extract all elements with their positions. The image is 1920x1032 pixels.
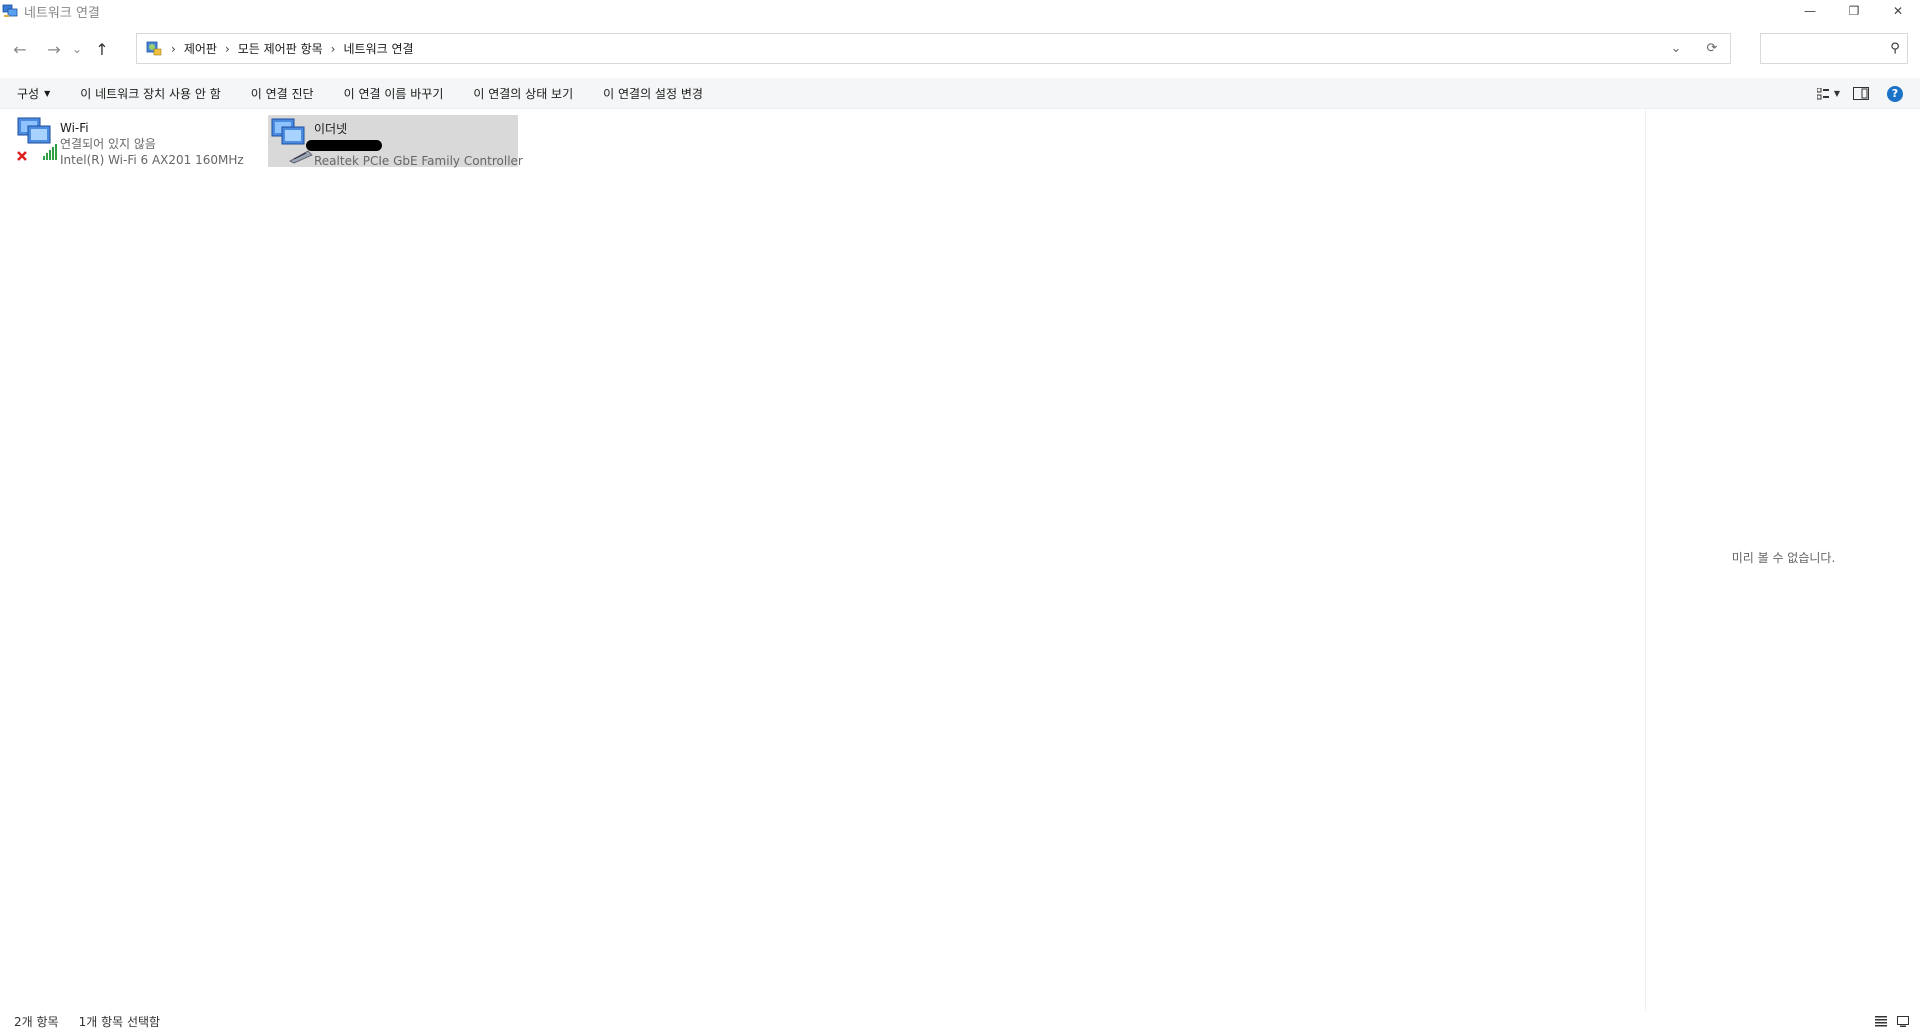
breadcrumb-separator-icon[interactable]: › [331,42,336,56]
view-options-caret-icon[interactable]: ▼ [1830,78,1844,109]
caret-down-icon: ▼ [44,88,51,98]
back-button[interactable]: ← [6,35,34,63]
status-bar-views [1870,1010,1914,1032]
selected-count: 1개 항목 선택함 [78,1014,161,1029]
address-bar[interactable]: › 제어판 › 모든 제어판 항목 › 네트워크 연결 ⌄ ⟳ [136,33,1731,64]
forward-button[interactable]: → [40,35,68,63]
connection-name: 이더넷 [314,122,348,136]
minimize-button[interactable]: — [1788,0,1832,22]
view-status-button[interactable]: 이 연결의 상태 보기 [458,78,588,109]
refresh-icon[interactable]: ⟳ [1694,34,1730,63]
rename-connection-button[interactable]: 이 연결 이름 바꾸기 [329,78,459,109]
status-bar: 2개 항목 1개 항목 선택함 [0,1010,1920,1032]
breadcrumb-control-panel[interactable]: 제어판 [184,40,217,57]
ethernet-details: 이더넷 Realtek PCIe GbE Family Controller [306,115,523,169]
connection-device: Realtek PCIe GbE Family Controller [314,154,523,168]
up-button[interactable]: ↑ [88,35,116,63]
ethernet-adapter-icon [268,115,314,165]
connection-status: 연결되어 있지 않음 [60,137,156,151]
preview-unavailable-message: 미리 볼 수 없습니다. [1731,551,1836,565]
connection-device: Intel(R) Wi-Fi 6 AX201 160MHz [60,153,244,167]
breadcrumb-separator-icon[interactable]: › [225,42,230,56]
connection-name: Wi-Fi [60,121,89,135]
navigation-row: ← → ⌄ ↑ › 제어판 › 모든 제어판 항목 › 네트워크 연결 ⌄ ⟳ [0,30,1920,68]
address-bar-actions: ⌄ ⟳ [1658,34,1730,63]
command-bar-right: ▼ ? [1806,78,1912,109]
search-box[interactable]: ⚲ [1760,33,1908,64]
diagnose-connection-button[interactable]: 이 연결 진단 [236,78,329,109]
organize-button[interactable]: 구성 ▼ [0,78,65,109]
recent-locations-button[interactable]: ⌄ [68,35,86,63]
close-button[interactable]: ✕ [1876,0,1920,22]
large-icons-view-icon[interactable] [1892,1010,1914,1032]
details-view-icon[interactable] [1870,1010,1892,1032]
list-item-ethernet[interactable]: 이더넷 Realtek PCIe GbE Family Controller [268,115,523,168]
address-dropdown-chevron-icon[interactable]: ⌄ [1658,34,1694,63]
wifi-adapter-icon [14,114,60,164]
network-connections-app-icon [2,3,18,19]
preview-pane-icon[interactable] [1844,78,1878,109]
restore-button[interactable]: ❐ [1832,0,1876,22]
connection-status [306,137,523,153]
connections-list: Wi-Fi 연결되어 있지 않음 Intel(R) Wi-Fi 6 AX201 … [0,110,1644,1010]
list-item-wifi[interactable]: Wi-Fi 연결되어 있지 않음 Intel(R) Wi-Fi 6 AX201 … [14,114,254,168]
search-icon[interactable]: ⚲ [1883,37,1907,61]
window-controls: — ❐ ✕ [1788,0,1920,22]
change-settings-button[interactable]: 이 연결의 설정 변경 [588,78,718,109]
redacted-network-name [306,140,382,151]
item-count: 2개 항목 [14,1014,59,1029]
preview-pane: 미리 볼 수 없습니다. [1645,110,1920,1010]
control-panel-icon [145,40,163,58]
search-input[interactable] [1761,34,1881,63]
organize-label: 구성 [17,86,40,101]
title-bar: 네트워크 연결 — ❐ ✕ [0,0,1920,22]
help-button[interactable]: ? [1878,78,1912,109]
disable-device-button[interactable]: 이 네트워크 장치 사용 안 함 [65,78,236,109]
wifi-details: Wi-Fi 연결되어 있지 않음 Intel(R) Wi-Fi 6 AX201 … [60,114,244,168]
window-title: 네트워크 연결 [24,5,100,21]
breadcrumb-separator-icon: › [171,41,176,56]
command-bar: 구성 ▼ 이 네트워크 장치 사용 안 함 이 연결 진단 이 연결 이름 바꾸… [0,78,1920,109]
breadcrumb-all-control-panel-items[interactable]: 모든 제어판 항목 [238,40,323,57]
network-connections-window: 네트워크 연결 — ❐ ✕ ← → ⌄ ↑ › 제어판 › 모든 제어판 항목 … [0,0,1920,1032]
breadcrumb-network-connections[interactable]: 네트워크 연결 [343,40,413,57]
help-icon: ? [1887,85,1903,102]
